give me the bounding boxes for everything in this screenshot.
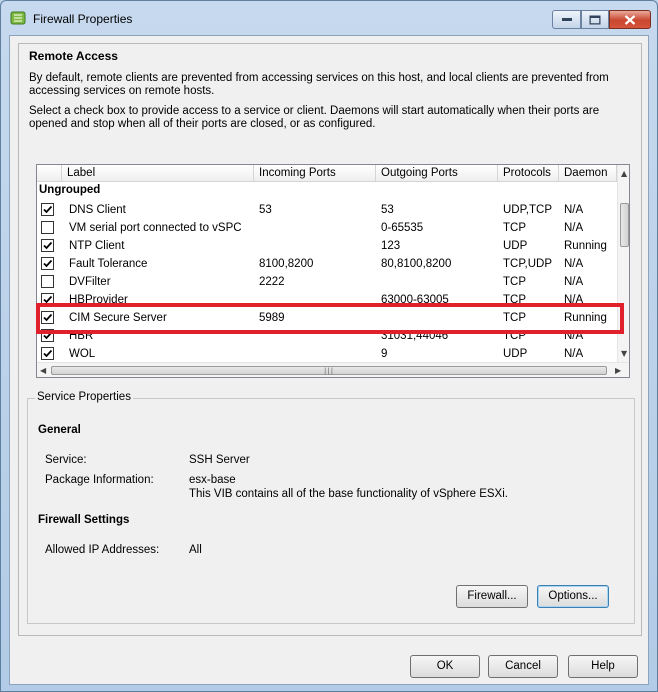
minimize-button[interactable] — [552, 10, 581, 29]
cell-outgoing-ports: 0-65535 — [381, 222, 424, 234]
table-header: Label Incoming Ports Outgoing Ports Prot… — [37, 165, 617, 182]
cell-label: WOL — [69, 348, 96, 360]
cell-outgoing-ports: 123 — [381, 240, 401, 252]
services-table[interactable]: Label Incoming Ports Outgoing Ports Prot… — [36, 164, 630, 378]
cancel-button[interactable]: Cancel — [488, 655, 558, 678]
service-properties-group: Service Properties General Service: SSH … — [27, 391, 635, 624]
row-checkbox[interactable] — [41, 257, 54, 270]
horizontal-scroll-thumb[interactable]: ||| — [51, 366, 607, 375]
cell-daemon: N/A — [564, 276, 584, 288]
checkmark-icon — [43, 349, 53, 358]
row-checkbox[interactable] — [41, 221, 54, 234]
column-header-protocols[interactable]: Protocols — [498, 165, 559, 182]
table-row[interactable]: DNS Client 53 53 UDP,TCP N/A — [37, 201, 617, 219]
allowed-ip-label: Allowed IP Addresses: — [45, 544, 160, 556]
cell-protocols: UDP — [503, 348, 528, 360]
cell-incoming-ports — [259, 237, 376, 255]
cell-incoming-ports — [259, 219, 376, 237]
column-header-outgoing-ports[interactable]: Outgoing Ports — [376, 165, 498, 182]
column-header-daemon[interactable]: Daemon — [559, 165, 617, 182]
service-label: Service: — [45, 454, 87, 466]
table-row[interactable]: NTP Client 123 UDP Running — [37, 237, 617, 255]
minimize-icon — [561, 17, 572, 21]
row-checkbox[interactable] — [41, 347, 54, 360]
dialog-body: Remote Access By default, remote clients… — [9, 35, 649, 685]
main-panel: Remote Access By default, remote clients… — [18, 43, 642, 636]
cell-daemon: N/A — [564, 222, 584, 234]
cell-daemon: N/A — [564, 258, 584, 270]
cell-protocols: UDP,TCP — [503, 204, 552, 216]
cell-label: Fault Tolerance — [69, 258, 148, 270]
remote-access-instructions: Select a check box to provide access to … — [29, 105, 600, 130]
maximize-icon — [589, 15, 601, 24]
vertical-scroll-thumb[interactable] — [620, 203, 629, 247]
cell-outgoing-ports: 53 — [381, 204, 394, 216]
scroll-up-icon[interactable]: ▲ — [621, 170, 627, 178]
service-properties-legend: Service Properties — [35, 391, 133, 403]
firewall-settings-heading: Firewall Settings — [38, 514, 130, 526]
checkmark-icon — [43, 241, 53, 250]
cell-incoming-ports: 2222 — [259, 276, 285, 288]
checkmark-icon — [43, 205, 53, 214]
table-row[interactable]: VM serial port connected to vSPC 0-65535 T… — [37, 219, 617, 237]
cell-protocols: TCP,UDP — [503, 258, 552, 270]
row-checkbox[interactable] — [41, 239, 54, 252]
service-value: SSH Server — [189, 454, 250, 466]
remote-access-description: By default, remote clients are prevented… — [29, 72, 609, 97]
cell-protocols: TCP — [503, 222, 526, 234]
remote-access-heading: Remote Access — [29, 49, 118, 63]
ok-button[interactable]: OK — [410, 655, 480, 678]
table-row[interactable]: DVFilter 2222 TCP N/A — [37, 273, 617, 291]
checkmark-icon — [43, 259, 53, 268]
allowed-ip-value: All — [189, 544, 202, 556]
horizontal-scrollbar[interactable]: ◀ ||| ▶ — [37, 362, 629, 377]
firewall-app-icon — [10, 11, 26, 25]
scroll-left-icon[interactable]: ◀ — [40, 367, 46, 375]
package-label: Package Information: — [45, 474, 154, 486]
options-button[interactable]: Options... — [537, 585, 609, 608]
column-header-check[interactable] — [37, 165, 62, 182]
firewall-properties-window: Firewall Properties Remote Access By def… — [0, 0, 658, 692]
package-value: esx-base — [189, 474, 236, 486]
cell-label: DVFilter — [69, 276, 111, 288]
table-row[interactable]: Fault Tolerance 8100,8200 80,8100,8200 TCP,… — [37, 255, 617, 273]
cell-label: DNS Client — [69, 204, 126, 216]
cell-label: VM serial port connected to vSPC — [69, 222, 242, 234]
cell-protocols: UDP — [503, 240, 528, 252]
scroll-right-icon[interactable]: ▶ — [615, 367, 621, 375]
window-title: Firewall Properties — [33, 12, 133, 26]
close-button[interactable] — [609, 10, 651, 29]
cell-label: NTP Client — [69, 240, 125, 252]
close-icon — [624, 14, 636, 25]
row-checkbox[interactable] — [41, 275, 54, 288]
column-header-incoming-ports[interactable]: Incoming Ports — [254, 165, 376, 182]
cell-daemon: N/A — [564, 204, 584, 216]
highlight-box — [36, 303, 624, 334]
row-checkbox[interactable] — [41, 203, 54, 216]
group-ungrouped[interactable]: Ungrouped — [39, 184, 100, 196]
cell-daemon: N/A — [564, 348, 584, 360]
cell-incoming-ports: 53 — [259, 204, 272, 216]
cell-daemon: Running — [564, 240, 607, 252]
cell-outgoing-ports — [381, 273, 498, 291]
cell-outgoing-ports: 9 — [381, 348, 388, 360]
column-header-label[interactable]: Label — [62, 165, 254, 182]
cell-outgoing-ports: 80,8100,8200 — [381, 258, 452, 270]
package-description: This VIB contains all of the base functi… — [189, 488, 508, 500]
firewall-button[interactable]: Firewall... — [456, 585, 528, 608]
scroll-down-icon[interactable]: ▼ — [621, 350, 627, 358]
general-heading: General — [38, 424, 81, 436]
cell-incoming-ports — [259, 345, 376, 363]
grip-icon: ||| — [324, 367, 335, 375]
table-row[interactable]: WOL 9 UDP N/A — [37, 345, 617, 363]
maximize-button[interactable] — [581, 10, 609, 29]
title-bar[interactable]: Firewall Properties — [1, 1, 657, 35]
cell-incoming-ports: 8100,8200 — [259, 258, 314, 270]
cell-protocols: TCP — [503, 276, 526, 288]
help-button[interactable]: Help — [568, 655, 638, 678]
